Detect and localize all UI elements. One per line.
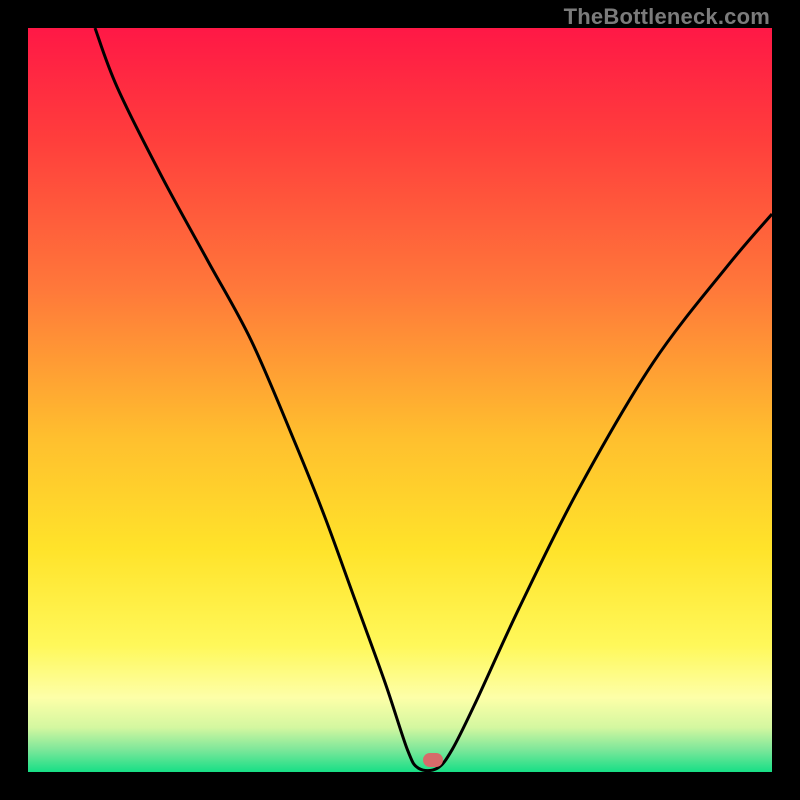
curve-path [95,28,772,771]
chart-frame: TheBottleneck.com [0,0,800,800]
bottleneck-curve [28,28,772,772]
min-point-marker [423,753,443,767]
watermark-text: TheBottleneck.com [564,4,770,30]
plot-area [28,28,772,772]
